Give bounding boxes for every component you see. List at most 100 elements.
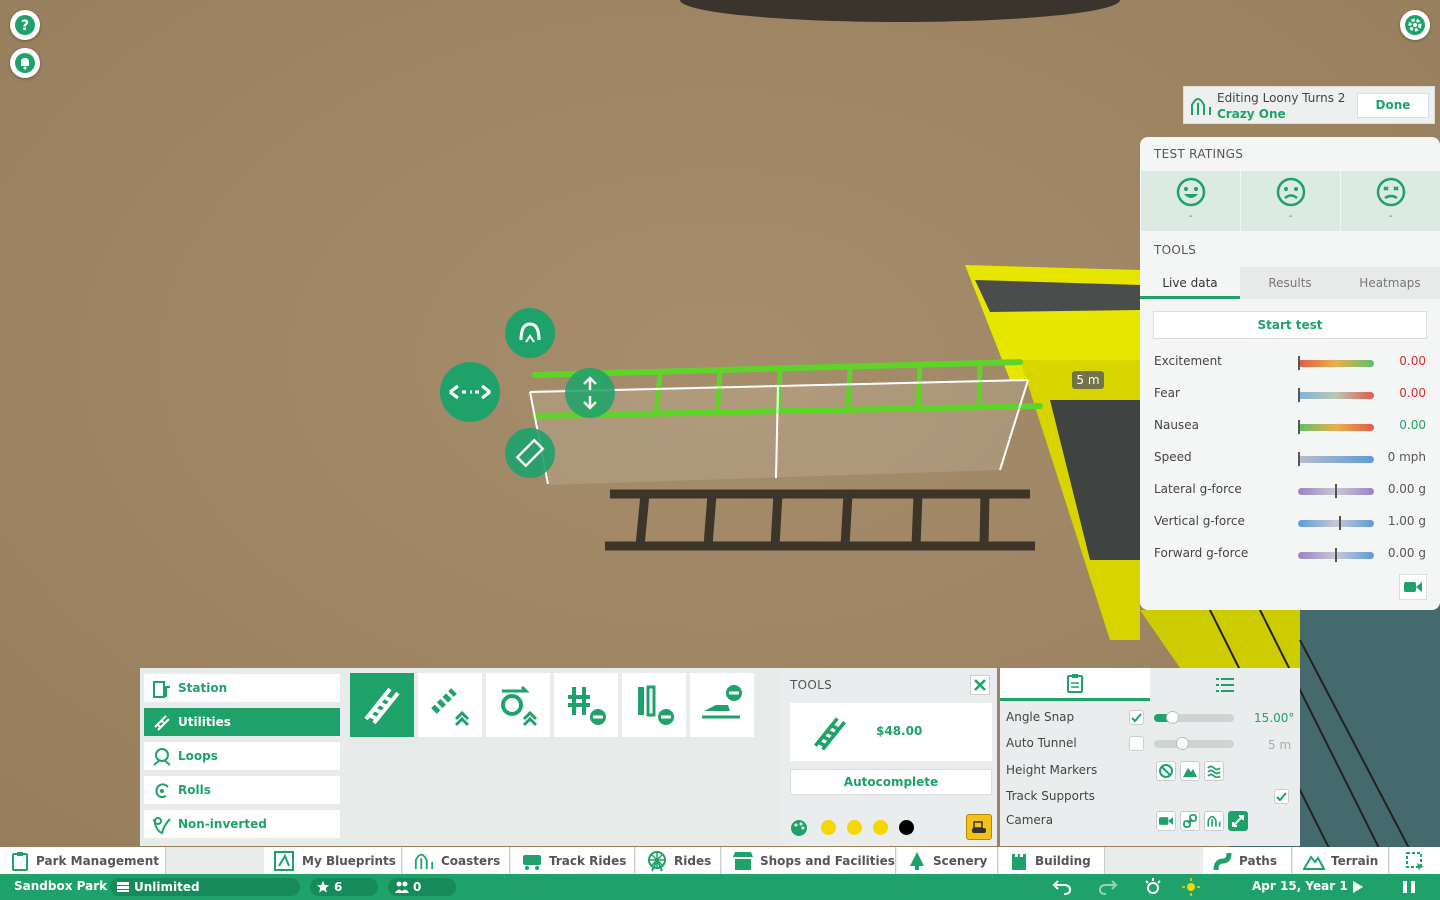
taskbar-park-management[interactable]: Park Management <box>0 847 166 874</box>
track-supports-label: Track Supports <box>1006 789 1095 803</box>
taskbar-label: Park Management <box>36 853 159 868</box>
guest-count-display[interactable]: 0 <box>388 878 456 896</box>
rating-nausea-value: - <box>1388 211 1393 222</box>
auto-tunnel-slider[interactable] <box>1154 737 1234 750</box>
stat-label: Nausea <box>1154 418 1199 432</box>
piece-cost-box[interactable]: $48.00 <box>790 703 992 761</box>
category-loops[interactable]: Loops <box>144 742 340 770</box>
redo-icon[interactable] <box>1098 878 1118 896</box>
horizontal-move-handle[interactable] <box>440 362 500 422</box>
tab-results[interactable]: Results <box>1240 267 1340 299</box>
stat-value: 0.00 g <box>1387 482 1426 496</box>
piece-price: $48.00 <box>876 724 923 738</box>
park-rating-display[interactable]: 6 <box>310 878 378 896</box>
category-non-inverted[interactable]: Non-inverted <box>144 810 340 838</box>
track-supports-checkbox[interactable] <box>1274 789 1289 804</box>
taskbar-coasters[interactable]: Coasters <box>403 847 510 874</box>
park-name[interactable]: Sandbox Park <box>14 879 107 893</box>
play-icon[interactable] <box>1352 880 1364 894</box>
taskbar-terrain[interactable]: Terrain <box>1293 847 1389 874</box>
stat-label: Lateral g-force <box>1154 482 1242 496</box>
piece-block-brake[interactable] <box>622 673 686 737</box>
check-icon <box>1131 713 1142 723</box>
piece-launch[interactable] <box>690 673 754 737</box>
height-markers-water-button[interactable] <box>1204 761 1224 781</box>
taskbar-shops-facilities[interactable]: Shops and Facilities <box>722 847 896 874</box>
piece-straight[interactable] <box>350 673 414 737</box>
piece-brake[interactable] <box>554 673 618 737</box>
taskbar-select-tool[interactable] <box>1390 847 1440 874</box>
tab-construction-settings[interactable] <box>1000 668 1150 701</box>
auto-tunnel-checkbox[interactable] <box>1129 736 1144 751</box>
tab-heatmaps[interactable]: Heatmaps <box>1340 267 1440 299</box>
mountain-icon <box>1183 768 1197 777</box>
color-swatch-4[interactable] <box>899 820 914 835</box>
loop-icon <box>153 748 171 766</box>
bulldozer-button[interactable] <box>966 814 992 840</box>
angle-snap-slider[interactable] <box>1154 711 1234 724</box>
vertical-move-handle[interactable] <box>565 368 615 418</box>
settings-button[interactable] <box>1400 10 1430 40</box>
piece-booster[interactable] <box>486 673 550 737</box>
notifications-button[interactable] <box>10 48 40 78</box>
piece-chain-lift[interactable] <box>418 673 482 737</box>
category-utilities[interactable]: Utilities <box>144 708 340 736</box>
height-markers-terrain-button[interactable] <box>1180 761 1200 781</box>
loop-rotate-icon <box>519 322 541 343</box>
help-icon: ? <box>15 15 35 35</box>
taskbar-paths[interactable]: Paths <box>1203 847 1292 874</box>
track-category-panel: Station Utilities Loops Rolls Non-invert… <box>140 668 346 846</box>
close-button[interactable] <box>970 675 990 695</box>
rating-intensity-value: - <box>1288 211 1293 222</box>
path-icon <box>1213 852 1232 870</box>
excitement-marker <box>1298 356 1300 370</box>
video-camera-icon <box>1159 817 1173 825</box>
taskbar-track-rides[interactable]: Track Rides <box>511 847 635 874</box>
pause-icon[interactable] <box>1402 880 1416 894</box>
rotate-handle[interactable] <box>505 308 555 358</box>
rating-nausea: - <box>1341 171 1440 231</box>
category-station[interactable]: Station <box>144 674 340 702</box>
tree-icon <box>910 851 924 870</box>
bell-icon <box>15 53 35 73</box>
camera-auto-button[interactable] <box>1228 811 1248 831</box>
main-taskbar: Park Management My Blueprints Coasters T… <box>0 847 1440 874</box>
tab-live-data[interactable]: Live data <box>1140 267 1240 299</box>
camera-link-button[interactable] <box>1180 811 1200 831</box>
taskbar-building[interactable]: Building <box>999 847 1105 874</box>
ruler-icon <box>515 438 545 468</box>
taskbar-label: Track Rides <box>549 853 627 868</box>
taskbar-label: Coasters <box>441 853 501 868</box>
rating-intensity: - <box>1241 171 1340 231</box>
color-swatch-2[interactable] <box>847 820 862 835</box>
taskbar-rides[interactable]: Rides <box>636 847 721 874</box>
start-test-button[interactable]: Start test <box>1153 311 1427 339</box>
time-of-day-icon[interactable] <box>1143 877 1163 897</box>
color-swatch-1[interactable] <box>821 820 836 835</box>
stat-value: 0.00 g <box>1387 546 1426 560</box>
camera-video-button[interactable] <box>1156 811 1176 831</box>
taskbar-scenery[interactable]: Scenery <box>897 847 998 874</box>
autocomplete-button[interactable]: Autocomplete <box>790 769 992 795</box>
camera-follow-button[interactable] <box>1204 811 1224 831</box>
tab-list[interactable] <box>1150 668 1300 701</box>
angle-snap-checkbox[interactable] <box>1129 710 1144 725</box>
palette-icon[interactable] <box>790 819 808 837</box>
taskbar-my-blueprints[interactable]: My Blueprints <box>264 847 402 874</box>
onride-camera-button[interactable] <box>1399 574 1427 600</box>
help-button[interactable]: ? <box>10 10 40 40</box>
done-button[interactable]: Done <box>1357 93 1429 118</box>
money-display[interactable]: Unlimited <box>110 878 300 896</box>
color-swatch-3[interactable] <box>873 820 888 835</box>
stat-label: Excitement <box>1154 354 1222 368</box>
undo-icon[interactable] <box>1052 878 1072 896</box>
no-symbol-icon <box>1159 764 1173 778</box>
length-handle[interactable] <box>505 428 555 478</box>
link-icon <box>1183 814 1197 828</box>
water-icon <box>1207 765 1221 778</box>
category-rolls[interactable]: Rolls <box>144 776 340 804</box>
rating-excitement: - <box>1141 171 1240 231</box>
height-markers-off-button[interactable] <box>1156 761 1176 781</box>
speed-marker <box>1298 452 1300 466</box>
guest-count-value: 0 <box>413 880 422 894</box>
